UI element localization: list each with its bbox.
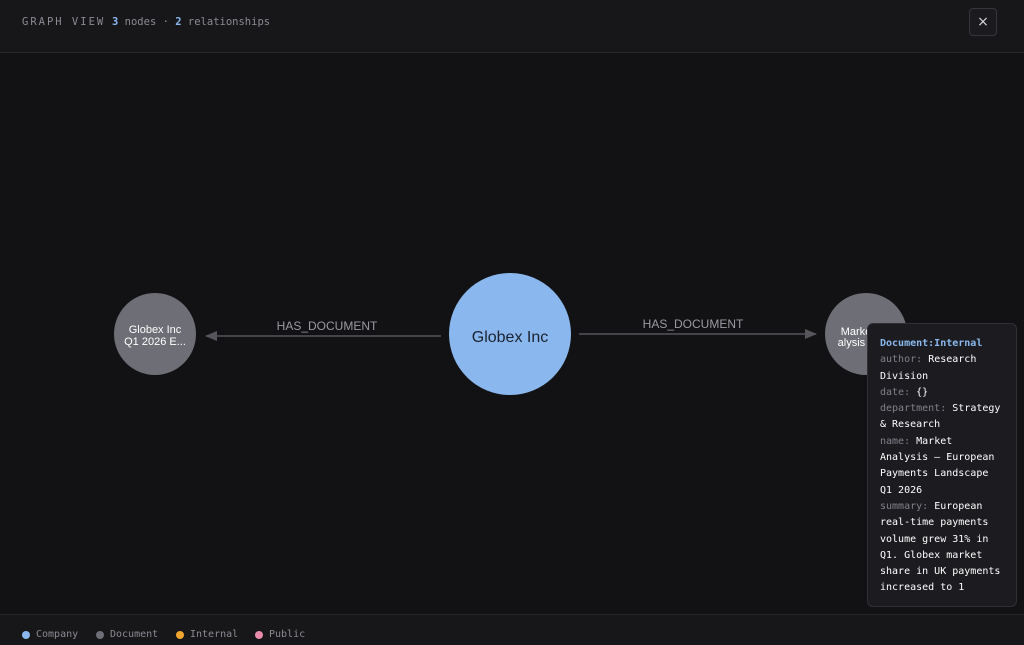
legend-dot-icon (255, 630, 263, 639)
legend-dot-icon (22, 630, 30, 639)
legend-label: Company (36, 629, 79, 640)
tooltip-line: author: Research (880, 352, 1006, 368)
tooltip-key: date: (880, 386, 911, 398)
tooltip-value: European (934, 500, 983, 512)
tooltip-value: volume grew 31% in (880, 533, 989, 545)
tooltip-line: department: Strategy (880, 401, 1006, 417)
tooltip-key: department: (880, 403, 947, 415)
relationships-word: relationships (187, 16, 271, 28)
tooltip-key: summary: (880, 500, 929, 512)
tooltip-value: Division (880, 370, 929, 382)
legend-label: Public (269, 629, 306, 640)
tooltip-value: Research (928, 354, 977, 366)
node-company[interactable]: Globex Inc (449, 273, 571, 395)
tooltip-line: name: Market (880, 434, 1006, 450)
close-icon: × (977, 14, 989, 30)
tooltip-value: Q1. Globex market (880, 549, 983, 561)
legend-item-company: Company (22, 629, 78, 640)
legend-item-internal: Internal (176, 629, 238, 640)
tooltip-line: Payments Landscape (880, 466, 1006, 482)
tooltip-line: summary: European (880, 499, 1006, 515)
close-button[interactable]: × (969, 8, 997, 36)
nodes-word: nodes (124, 16, 157, 28)
legend-label: Internal (190, 629, 239, 640)
legend-item-public: Public (255, 629, 305, 640)
node-label-line1: Globex Inc (129, 324, 182, 336)
tooltip-line: share in UK payments (880, 564, 1006, 580)
graph-view-header: GRAPH VIEW 3 nodes · 2 relationships × (0, 0, 1024, 53)
tooltip-value: Analysis — European (880, 452, 995, 464)
tooltip-value: real-time payments (880, 517, 989, 529)
legend-label: Document (110, 629, 159, 640)
node-label-company: Globex Inc (472, 329, 548, 346)
node-label-line2: Q1 2026 E... (124, 336, 186, 348)
tooltip-value: Q1 2026 (880, 484, 923, 496)
legend-dot-icon (96, 630, 104, 639)
tooltip-line: date: {} (880, 385, 1006, 401)
node-tooltip: Document:Internal author: Research Divisi… (867, 323, 1017, 607)
stats-separator: · (162, 16, 169, 28)
edge-label-right: HAS_DOCUMENT (643, 317, 744, 331)
relationship-count: 2 (175, 16, 182, 28)
legend-item-document: Document (96, 629, 158, 640)
tooltip-value: Payments Landscape (880, 468, 989, 480)
legend-bar: Company Document Internal Public (0, 614, 1024, 645)
tooltip-value: {} (916, 386, 929, 398)
node-document-left[interactable]: Globex Inc Q1 2026 E... (114, 293, 196, 375)
tooltip-value: increased to 1 (880, 582, 965, 594)
tooltip-line: increased to 1 (880, 580, 1006, 596)
tooltip-value: Strategy (952, 403, 1001, 415)
graph-stats: 3 nodes · 2 relationships (112, 16, 270, 28)
header-title: GRAPH VIEW (22, 16, 106, 28)
tooltip-line: Q1. Globex market (880, 548, 1006, 564)
tooltip-line: Q1 2026 (880, 483, 1006, 499)
edge-label-left: HAS_DOCUMENT (277, 319, 378, 333)
tooltip-key: author: (880, 354, 923, 366)
tooltip-line: volume grew 31% in (880, 532, 1006, 548)
tooltip-line: Analysis — European (880, 450, 1006, 466)
tooltip-line: real-time payments (880, 515, 1006, 531)
tooltip-header: Document:Internal (880, 338, 983, 349)
tooltip-properties: author: Research Division date: {} departme… (880, 352, 1006, 596)
tooltip-value: share in UK payments (880, 566, 1001, 578)
tooltip-value: Market (916, 435, 953, 447)
tooltip-line: & Research (880, 417, 1006, 433)
tooltip-key: name: (880, 435, 911, 447)
legend-dot-icon (176, 630, 184, 639)
tooltip-line: Division (880, 369, 1006, 385)
tooltip-value: & Research (880, 419, 941, 431)
node-count: 3 (112, 16, 119, 28)
